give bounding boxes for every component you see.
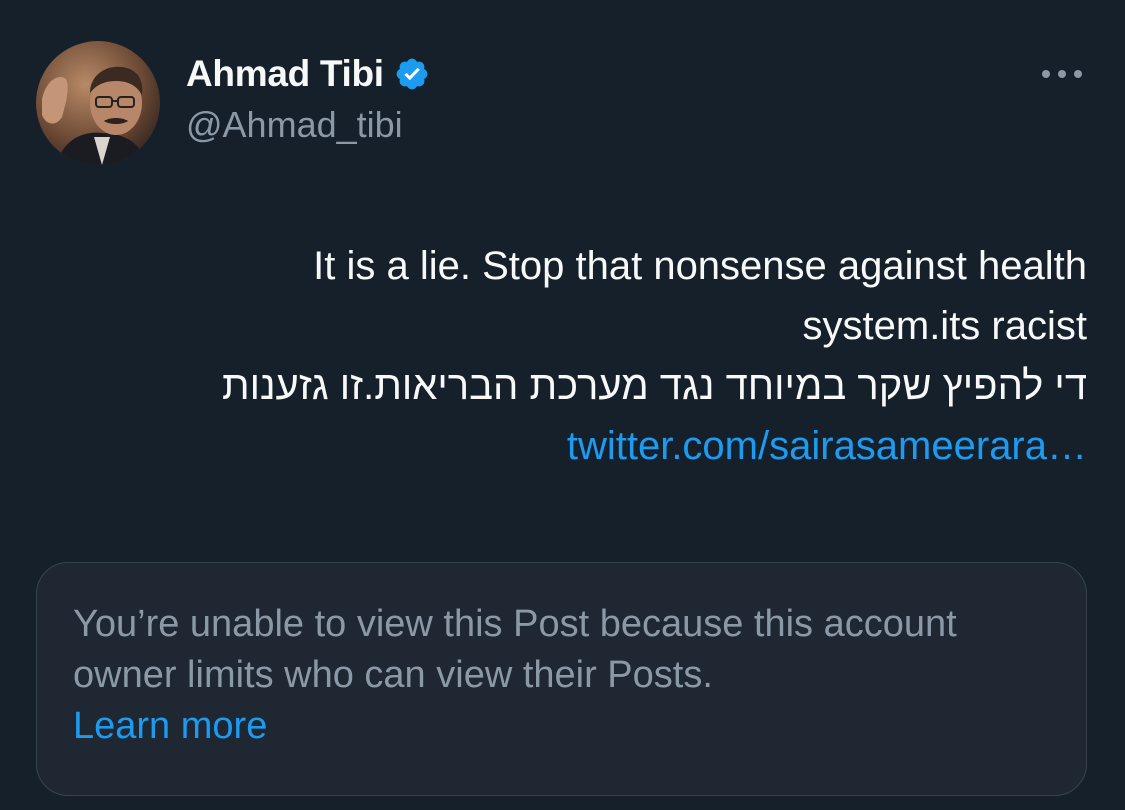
post-text-hebrew: די להפיץ שקר במיוחד נגד מערכת הבריאות.זו… bbox=[221, 364, 1087, 408]
author-name-row: Ahmad Tibi bbox=[186, 52, 430, 96]
learn-more-link[interactable]: Learn more bbox=[73, 701, 1050, 752]
more-horizontal-icon bbox=[1042, 70, 1082, 78]
tweet: Ahmad Tibi @Ahmad_tibi It is a lie. Stop… bbox=[0, 0, 1125, 810]
author-avatar[interactable] bbox=[36, 41, 160, 165]
more-options-button[interactable] bbox=[1039, 64, 1085, 84]
author-handle[interactable]: @Ahmad_tibi bbox=[186, 104, 403, 146]
author-display-name[interactable]: Ahmad Tibi bbox=[186, 53, 384, 95]
verified-badge-icon[interactable] bbox=[394, 56, 430, 92]
post-link[interactable]: twitter.com/sairasameerara… bbox=[567, 424, 1087, 468]
post-text-line: It is a lie. Stop that nonsense against … bbox=[313, 244, 1087, 288]
notice-message: You’re unable to view this Post because … bbox=[73, 603, 957, 696]
quoted-post-unavailable-notice: You’re unable to view this Post because … bbox=[36, 562, 1087, 796]
post-text-line: system.its racist bbox=[802, 304, 1087, 348]
avatar-image bbox=[36, 41, 160, 165]
post-text: It is a lie. Stop that nonsense against … bbox=[97, 236, 1087, 476]
